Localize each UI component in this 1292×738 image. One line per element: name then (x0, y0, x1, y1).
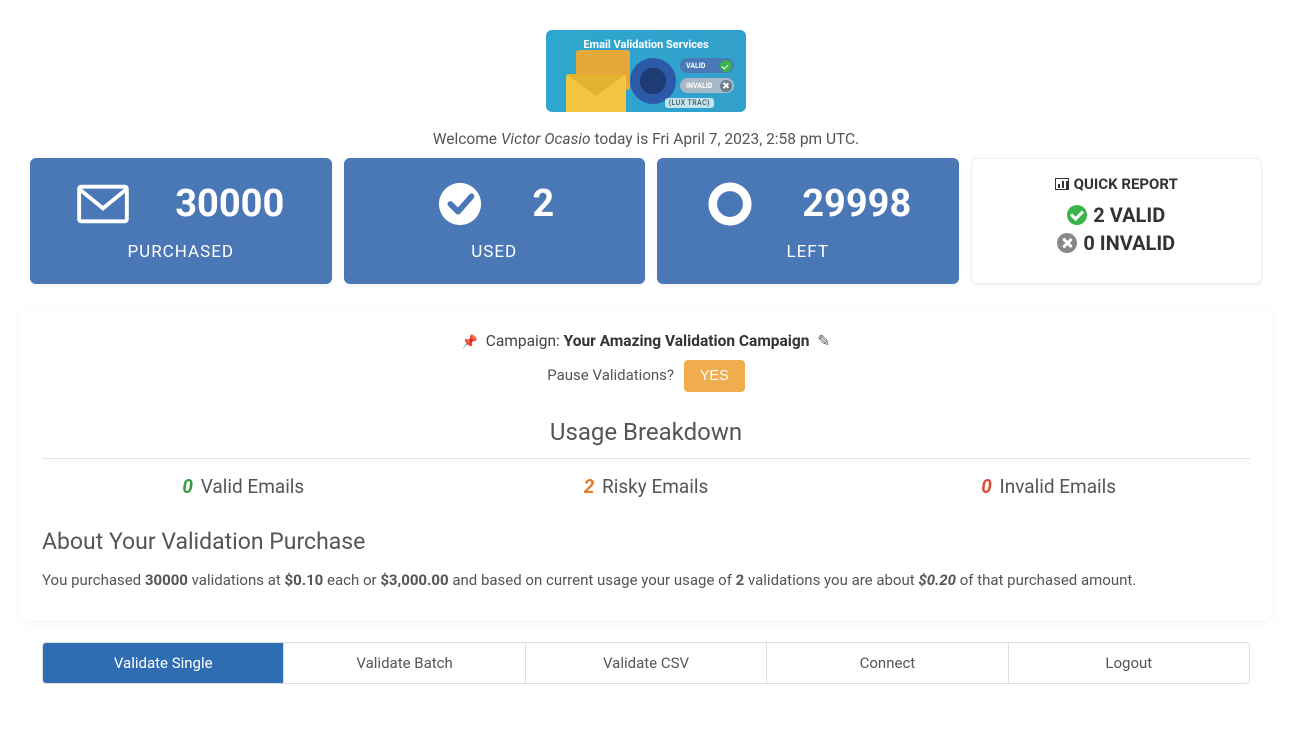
welcome-date: Fri April 7, 2023, 2:58 pm UTC (652, 130, 855, 148)
welcome-line: Welcome Victor Ocasio today is Fri April… (30, 130, 1262, 148)
stat-left-value: 29998 (802, 182, 911, 226)
pin-icon: 📌 (462, 335, 478, 350)
stat-used: 2 USED (344, 158, 646, 284)
x-icon (720, 80, 732, 92)
tab-connect[interactable]: Connect (767, 643, 1008, 683)
x-circle-icon (1057, 233, 1077, 253)
stats-row: 30000 PURCHASED 2 USED (30, 158, 1262, 284)
tab-logout[interactable]: Logout (1009, 643, 1249, 683)
check-circle-icon (434, 184, 486, 224)
stat-used-value: 2 (532, 182, 554, 226)
banner-image: Email Validation Services VALID INVALID … (546, 30, 746, 112)
about-title: About Your Validation Purchase (42, 528, 1250, 555)
stat-purchased-label: PURCHASED (127, 242, 234, 262)
breakdown-invalid: 0 Invalid Emails (847, 475, 1250, 498)
tab-validate-csv[interactable]: Validate CSV (526, 643, 767, 683)
envelope-icon (566, 74, 626, 112)
banner-invalid-pill: INVALID (680, 78, 734, 93)
tabs-row: Validate Single Validate Batch Validate … (42, 642, 1250, 684)
pause-yes-button[interactable]: YES (684, 360, 745, 392)
envelope-icon (77, 184, 129, 224)
barchart-icon (1055, 178, 1069, 190)
stat-used-label: USED (471, 242, 517, 262)
username: Victor Ocasio (501, 130, 591, 148)
quick-valid-line: 2 VALID (984, 203, 1250, 227)
banner-title: Email Validation Services (546, 30, 746, 51)
check-icon (720, 60, 732, 72)
breakdown-valid: 0 Valid Emails (42, 475, 445, 498)
quick-report-card: QUICK REPORT 2 VALID 0 INVALID (971, 158, 1263, 284)
pencil-icon[interactable]: ✎ (817, 332, 830, 350)
banner-valid-pill: VALID (680, 58, 734, 73)
about-text: You purchased 30000 validations at $0.10… (42, 569, 1250, 592)
check-circle-icon (1067, 205, 1087, 225)
quick-invalid-line: 0 INVALID (984, 231, 1250, 255)
header-card: Email Validation Services VALID INVALID … (20, 10, 1272, 294)
content-card: 📌 Campaign: Your Amazing Validation Camp… (20, 308, 1272, 620)
tab-validate-single[interactable]: Validate Single (43, 643, 284, 683)
breakdown-row: 0 Valid Emails 2 Risky Emails 0 Invalid … (42, 475, 1250, 498)
circle-icon (704, 184, 756, 224)
banner-logo-text: {LUX TRAC} (665, 98, 714, 108)
stat-purchased: 30000 PURCHASED (30, 158, 332, 284)
stat-left-label: LEFT (786, 242, 829, 262)
tab-validate-batch[interactable]: Validate Batch (284, 643, 525, 683)
quick-report-title: QUICK REPORT (984, 175, 1250, 193)
campaign-line: 📌 Campaign: Your Amazing Validation Camp… (42, 332, 1250, 350)
campaign-name: Your Amazing Validation Campaign (564, 332, 810, 350)
pause-line: Pause Validations? YES (42, 360, 1250, 392)
stat-left: 29998 LEFT (657, 158, 959, 284)
usage-breakdown-title: Usage Breakdown (42, 418, 1250, 459)
stat-purchased-value: 30000 (175, 182, 284, 226)
breakdown-risky: 2 Risky Emails (445, 475, 848, 498)
